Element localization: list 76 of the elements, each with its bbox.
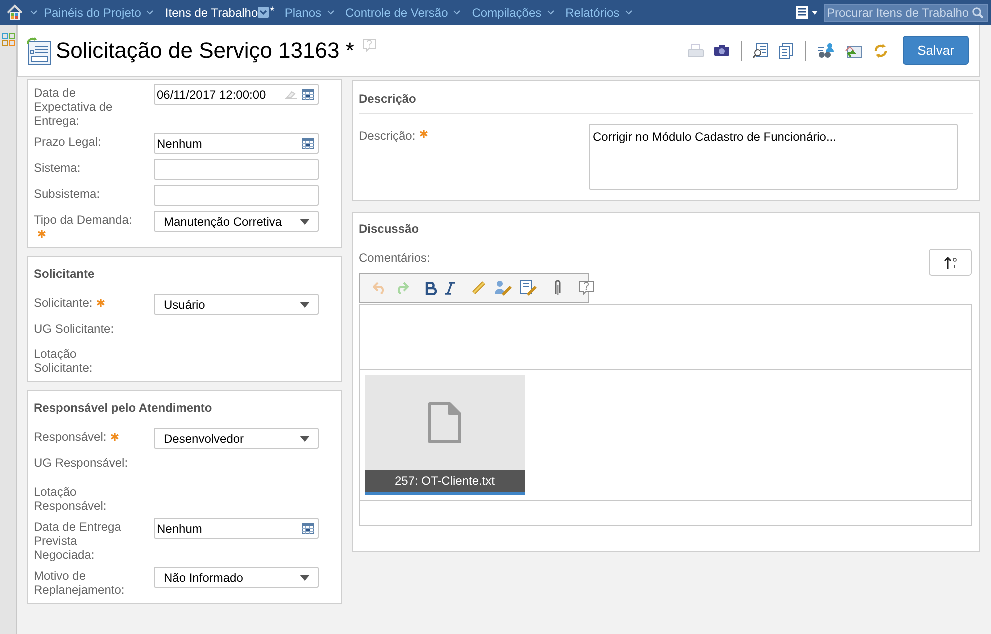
calendar-icon[interactable] [302,138,314,149]
field-label: UG Solicitante: [34,321,116,336]
file-icon [428,402,462,444]
list-icon[interactable] [796,6,808,19]
field-label: Lotação Responsável: [34,484,108,513]
dropdown[interactable]: Não Informado [154,567,319,588]
section-title: Responsável pelo Atendimento [34,400,214,417]
unsaved-marker: * [270,3,275,20]
nav-menu-item[interactable]: Planos [284,4,335,22]
section-title: Descrição [359,81,973,114]
dropdown-arrow-icon [300,218,310,224]
field-label: Lotação Solicitante: [34,346,94,375]
text-field[interactable] [154,185,319,206]
comment-editor[interactable]: 257: OT-Cliente.txt [359,304,972,526]
caret-icon[interactable] [546,10,555,15]
search-field[interactable]: Procurar Itens de Trabalho [824,4,988,22]
camera-icon[interactable] [714,44,730,57]
nav-menu-item[interactable]: Itens de Trabalho [165,4,258,22]
user-link-icon[interactable] [495,280,512,296]
dropdown-icon[interactable] [258,7,270,18]
dropdown-arrow-icon [300,302,310,308]
nav-menu-item[interactable]: Relatórios [566,4,633,22]
attachment-caption: 257: OT-Cliente.txt [365,470,525,495]
field-label: Motivo de Replanejamento: [34,568,126,597]
caret-icon[interactable] [30,10,38,15]
document-search-icon[interactable] [753,42,769,58]
caret-icon[interactable] [812,10,818,14]
search-icon[interactable] [972,6,984,18]
sort-icon [944,256,958,268]
field-label: Sistema: [34,160,82,175]
documents-icon[interactable] [779,42,794,58]
nav-menu-item[interactable]: Compilações [472,4,555,22]
dropdown[interactable]: Desenvolvedor [154,428,319,449]
page-title: Solicitação de Serviço 13163 * [56,37,354,65]
calendar-icon[interactable] [302,89,314,100]
field-label: Subsistema: [34,186,102,201]
calendar-icon[interactable] [302,523,314,534]
field-label: Data de Entrega Prevista Negociada: [34,519,122,562]
section-title: Solicitante [34,266,96,283]
save-button[interactable]: Salvar [903,36,969,65]
dropdown-arrow-icon [300,436,310,442]
field-label: Descrição: [359,124,589,145]
field-label: Responsável: [34,428,138,444]
bold-icon[interactable] [425,282,437,294]
people-icon[interactable] [817,42,835,58]
caret-icon[interactable] [453,10,462,15]
dropdown[interactable]: Usuário [154,294,319,315]
field-label: Comentários: [359,250,432,267]
work-item-icon [26,36,52,66]
field-label: Data de Expectativa de Entrega: [34,85,114,128]
field-label: UG Responsável: [34,455,130,470]
dropdown-arrow-icon [300,574,310,580]
caret-icon[interactable] [326,10,335,15]
dropdown[interactable]: Manutenção Corretiva [154,211,319,232]
field-label: Tipo da Demanda: [34,211,138,241]
date-field[interactable]: 06/11/2017 12:00:00 [154,84,319,105]
attachment-icon[interactable] [553,280,563,296]
section-title: Discussão [359,221,420,238]
field-label: Prazo Legal: [34,134,102,149]
caret-icon[interactable] [146,10,154,15]
date-field[interactable]: Nenhum [154,518,319,539]
attachment-tile[interactable]: 257: OT-Cliente.txt [365,375,525,495]
caret-icon[interactable] [624,10,633,15]
sync-icon[interactable] [873,42,889,58]
dashboard-icon[interactable] [2,33,14,46]
date-field[interactable]: Nenhum [154,133,319,154]
help-icon[interactable] [579,280,594,296]
field-label: Solicitante: [34,294,138,310]
nav-menu-item[interactable]: Controle de Versão [346,4,462,22]
sort-button[interactable] [929,249,972,276]
italic-icon[interactable] [445,282,455,294]
home-icon[interactable] [6,4,24,22]
nav-menu-item[interactable]: Painéis do Projeto [44,4,154,22]
item-link-icon[interactable] [520,280,537,296]
text-field[interactable] [154,159,319,180]
description-textarea[interactable]: Corrigir no Módulo Cadastro de Funcionário... [589,124,958,190]
